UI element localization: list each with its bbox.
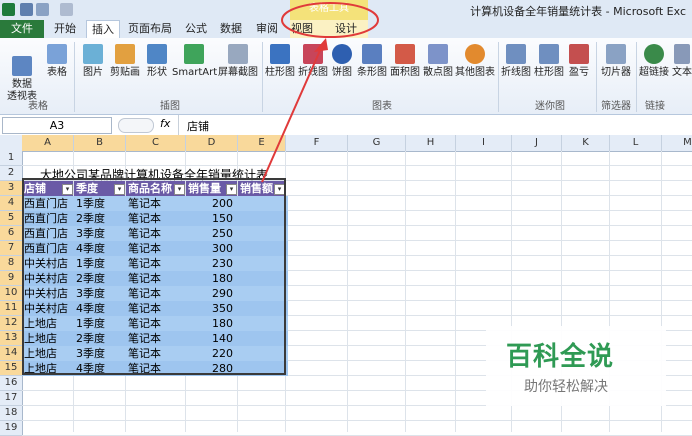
- annotation-ellipse: [281, 2, 379, 38]
- watermark: 百科全说 助你轻松解决: [486, 326, 666, 406]
- watermark-tagline: 助你轻松解决: [524, 379, 608, 395]
- annotation-arrow-line: [261, 45, 323, 183]
- watermark-brand: 百科全说: [506, 342, 615, 372]
- annotation-arrow-head: [314, 38, 328, 52]
